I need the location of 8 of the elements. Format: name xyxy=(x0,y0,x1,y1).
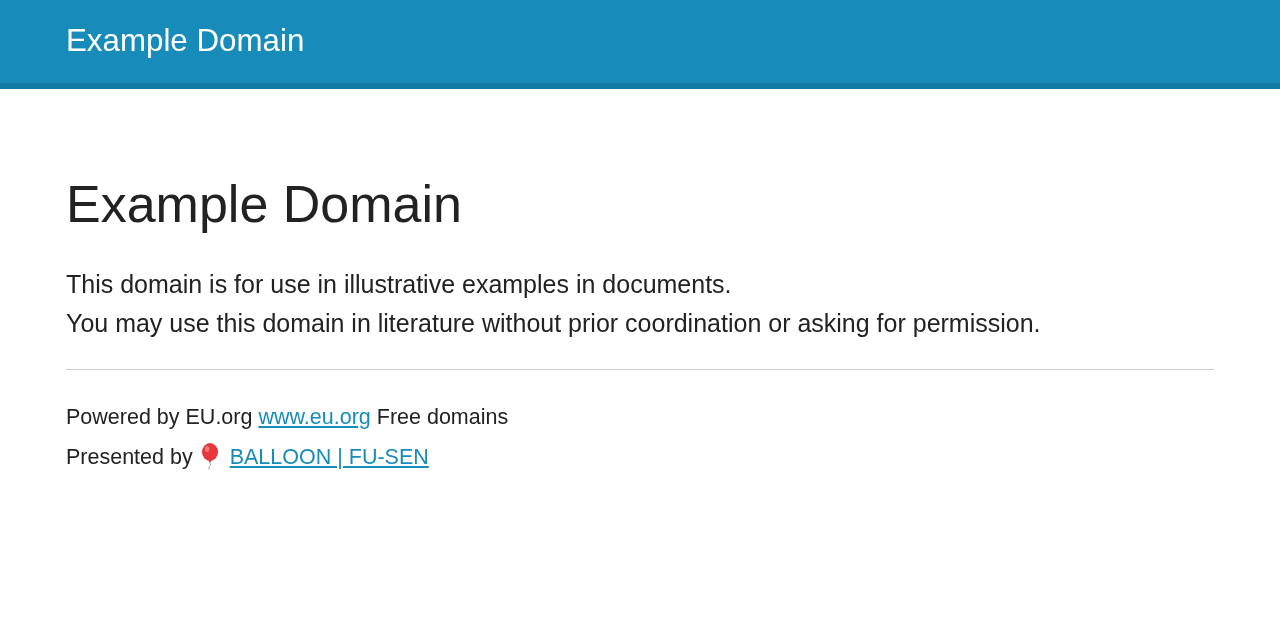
footer-link[interactable]: www.eu.org xyxy=(258,405,371,429)
body-text: This domain is for use in illustrative examples in documents. xyxy=(66,269,733,300)
site-title: Example Domain xyxy=(66,21,305,60)
footer-text: Powered by EU.org www.eu.org Free domains xyxy=(66,404,510,431)
footer-link[interactable]: BALLOON | FU-SEN xyxy=(198,445,429,469)
body-text: You may use this domain in literature without prior coordination or asking for permission. xyxy=(66,308,1042,339)
page-heading: Example Domain xyxy=(66,174,463,235)
footer-text: Presented by BALLOON | FU-SEN xyxy=(66,442,430,471)
